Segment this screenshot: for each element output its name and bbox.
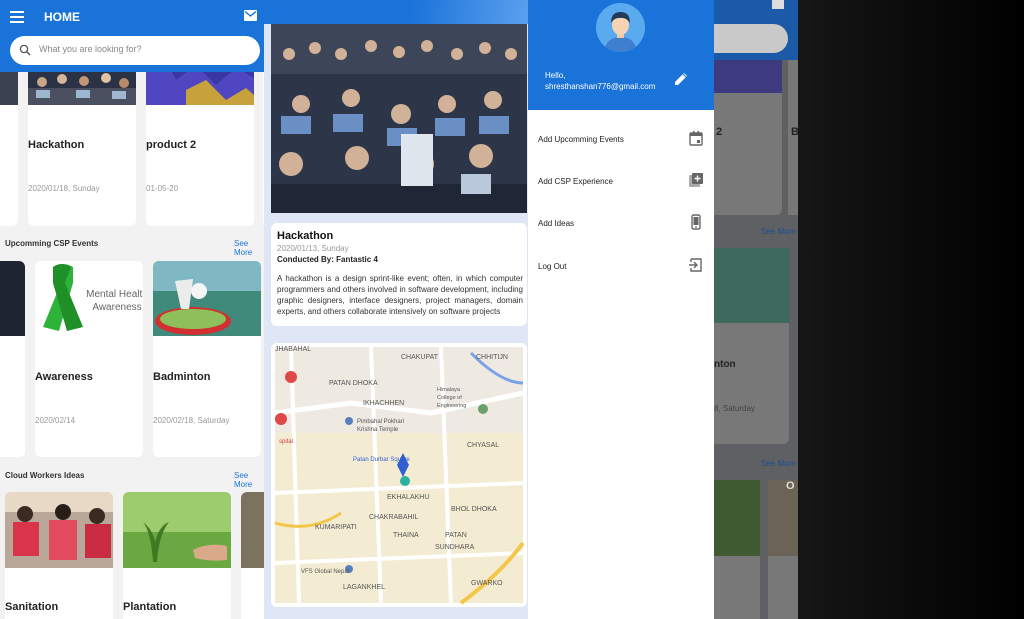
- card-title: Badminton: [153, 371, 211, 383]
- event-card-awareness[interactable]: Mental Health Awareness Awareness 2020/0…: [35, 261, 143, 457]
- underlay-text: 8, Saturday: [714, 404, 755, 413]
- empty-area: [798, 0, 1024, 619]
- card-title: Awareness: [35, 371, 93, 383]
- map-label: THAINA: [393, 532, 419, 539]
- event-title: Hackathon: [277, 230, 334, 242]
- map-label: CHHITIJN: [476, 354, 508, 361]
- user-email: shresthanshan776@gmail.com: [545, 82, 656, 91]
- map-label: Krishna Temple: [357, 427, 399, 433]
- map-label: Himalaya: [437, 387, 461, 393]
- event-info-card: Hackathon 2020/01/13, Sunday Conducted B…: [271, 223, 527, 326]
- map-label: spital: [279, 439, 293, 445]
- map-label: KUMARIPATI: [315, 524, 357, 531]
- event-detail-screen: Hackathon 2020/01/13, Sunday Conducted B…: [264, 0, 528, 619]
- map-label: LAGANKHEL: [343, 584, 385, 591]
- map-label: CHYASAL: [467, 442, 499, 449]
- underlay-text: O: [786, 480, 795, 492]
- map-label: JHABAHAL: [275, 346, 311, 353]
- app-bar: HOME What you are looking for?: [0, 0, 264, 72]
- plantation-image: [123, 492, 231, 568]
- card-date: 2020/01/18, Sunday: [28, 184, 100, 193]
- phone-icon: [691, 214, 701, 230]
- map-label: CHAKRABAHIL: [369, 514, 419, 521]
- image-text: Awareness: [92, 302, 141, 313]
- map-label: BHOL DHOKA: [451, 506, 497, 513]
- card-date: 2020/02/18, Saturday: [153, 416, 230, 425]
- map-canvas: JHABAHAL CHAKUPAT CHHITIJN PATAN DHOKA I…: [274, 346, 525, 605]
- event-description: A hackathon is a design sprint-like even…: [277, 274, 523, 316]
- card-title: Plantation: [123, 601, 177, 613]
- map-label: PATAN DHOKA: [329, 380, 378, 387]
- menu-icon[interactable]: [10, 11, 24, 23]
- page-title: HOME: [44, 10, 80, 24]
- events-see-more-link[interactable]: See More: [234, 239, 264, 257]
- drawer-item-add-ideas[interactable]: Add Ideas: [538, 214, 704, 234]
- mail-icon[interactable]: [244, 10, 257, 21]
- drawer-item-label: Log Out: [538, 262, 567, 271]
- map-label: VFS Global Nepal: [301, 569, 349, 575]
- logout-icon: [689, 258, 702, 272]
- search-input[interactable]: What you are looking for?: [39, 44, 142, 54]
- user-greeting: Hello, shresthanshan776@gmail.com: [545, 70, 655, 92]
- underlay-link: See More: [761, 459, 796, 468]
- sanitation-image: [5, 492, 113, 568]
- home-screen: Hackathon 2020/01/18, Sunday product 2 0…: [0, 0, 264, 619]
- search-bar[interactable]: What you are looking for?: [10, 36, 260, 65]
- ideas-see-more-link[interactable]: See More: [234, 471, 264, 489]
- drawer-item-label: Add CSP Experience: [538, 177, 614, 186]
- card-date: 2020/02/14: [35, 416, 76, 425]
- map-label: GWARKO: [471, 580, 503, 587]
- map-label: EKHALAKHU: [387, 494, 429, 501]
- event-card-hackathon[interactable]: Hackathon 2020/01/18, Sunday: [28, 60, 136, 226]
- map-label: College of: [437, 395, 462, 401]
- idea-card-sanitation[interactable]: Sanitation: [5, 492, 113, 619]
- map-label: Patan Durbar Square: [353, 457, 410, 463]
- greeting-text: Hello,: [545, 71, 566, 80]
- drawer-header: Hello, shresthanshan776@gmail.com: [528, 0, 714, 110]
- map-label: Engineering: [437, 403, 466, 409]
- map-label: SUNDHARA: [435, 544, 475, 551]
- map-label: CHAKUPAT: [401, 354, 439, 361]
- card-date: 01-05-20: [146, 184, 179, 193]
- drawer-item-logout[interactable]: Log Out: [538, 257, 704, 277]
- partial-card-left[interactable]: [0, 261, 25, 457]
- image-text: Mental Health: [86, 289, 143, 300]
- partial-card-right[interactable]: [241, 492, 264, 619]
- search-icon: [19, 44, 31, 56]
- event-card-badminton[interactable]: Badminton 2020/02/18, Saturday: [153, 261, 261, 457]
- drawer-item-add-experience[interactable]: Add CSP Experience: [538, 172, 704, 192]
- hackathon-hero-image: [271, 24, 527, 213]
- navigation-drawer: Hello, shresthanshan776@gmail.com Add Up…: [528, 0, 714, 619]
- location-map[interactable]: JHABAHAL CHAKUPAT CHHITIJN PATAN DHOKA I…: [271, 343, 527, 607]
- map-label: PATAN: [445, 532, 467, 539]
- map-label: Pimbahal Pokhari: [357, 419, 404, 425]
- avatar[interactable]: [596, 3, 645, 52]
- event-organizer: Conducted By: Fantastic 4: [277, 255, 378, 264]
- events-section-title: Upcomming CSP Events: [5, 239, 99, 248]
- underlay-text: 2: [716, 126, 723, 138]
- ideas-section-title: Cloud Workers Ideas: [5, 471, 85, 480]
- edit-icon[interactable]: [673, 71, 689, 87]
- underlay-text: nton: [714, 359, 736, 370]
- drawer-screen: 2 B See More nton 8, Saturday See More O: [528, 0, 798, 619]
- map-label: IKHACHHEN: [363, 400, 404, 407]
- add-box-icon: [689, 173, 703, 187]
- card-title: product 2: [146, 139, 197, 151]
- product-card[interactable]: product 2 01-05-20: [146, 60, 254, 226]
- drawer-item-label: Add Ideas: [538, 219, 575, 228]
- partial-card-left[interactable]: [0, 60, 18, 226]
- idea-card-plantation[interactable]: Plantation: [123, 492, 231, 619]
- underlay-text: B: [791, 126, 798, 138]
- underlay-link: See More: [761, 227, 796, 236]
- app-bar: [264, 0, 528, 24]
- badminton-image: [153, 261, 261, 336]
- awareness-ribbon-image: Mental Health Awareness: [35, 261, 143, 336]
- calendar-icon: [689, 131, 703, 146]
- event-date: 2020/01/13, Sunday: [277, 244, 349, 253]
- drawer-item-add-events[interactable]: Add Upcomming Events: [538, 130, 704, 150]
- card-title: Sanitation: [5, 601, 59, 613]
- drawer-item-label: Add Upcomming Events: [538, 135, 624, 144]
- card-title: Hackathon: [28, 139, 85, 151]
